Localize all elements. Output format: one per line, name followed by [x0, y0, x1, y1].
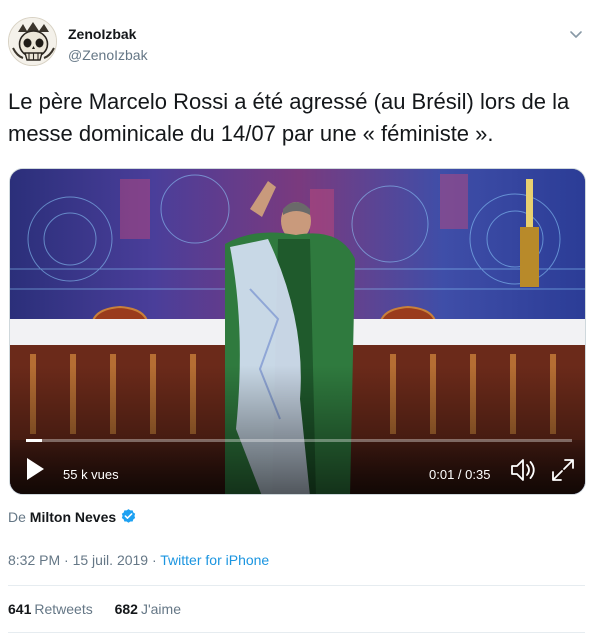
volume-icon[interactable] [510, 457, 538, 483]
skull-avatar-icon [9, 18, 56, 65]
video-frame-image [10, 169, 585, 494]
tweet-meta: 8:32 PM · 15 juil. 2019 · Twitter for iP… [8, 550, 269, 570]
attribution-prefix: De [8, 509, 26, 525]
tweet-timestamp[interactable]: 8:32 PM · 15 juil. 2019 · [8, 552, 160, 568]
retweets-stat[interactable]: 641 Retweets [8, 599, 93, 619]
fullscreen-icon[interactable] [550, 457, 576, 483]
author-avatar[interactable] [8, 17, 57, 66]
retweets-label: Retweets [34, 601, 93, 617]
video-progress-bar[interactable] [26, 439, 572, 442]
video-progress-fill [26, 439, 43, 442]
likes-count: 682 [114, 601, 138, 617]
tweet-text: Le père Marcelo Rossi a été agressé (au … [8, 89, 570, 146]
author-display-name[interactable]: ZenoIzbak [68, 25, 148, 43]
author-handle[interactable]: @ZenoIzbak [68, 46, 148, 64]
video-timecode: 0:01 / 0:35 [429, 467, 491, 482]
tweet-header: ZenoIzbak @ZenoIzbak [8, 17, 587, 69]
divider-bottom [8, 632, 585, 633]
tweet-source-app[interactable]: Twitter for iPhone [160, 552, 269, 568]
attribution-source-name[interactable]: Milton Neves [30, 509, 116, 525]
video-attribution: De Milton Neves [8, 507, 137, 527]
likes-stat[interactable]: 682 J'aime [115, 599, 181, 619]
video-player[interactable]: 55 k vues 0:01 / 0:35 [9, 168, 586, 495]
verified-badge-icon [121, 509, 136, 523]
divider-top [8, 585, 585, 586]
chevron-down-icon[interactable] [567, 25, 585, 43]
likes-label: J'aime [140, 601, 181, 617]
play-icon[interactable] [24, 456, 46, 482]
retweets-count: 641 [8, 601, 32, 617]
tweet-stats: 641 Retweets 682 J'aime [8, 599, 199, 619]
video-view-count: 55 k vues [63, 467, 119, 482]
